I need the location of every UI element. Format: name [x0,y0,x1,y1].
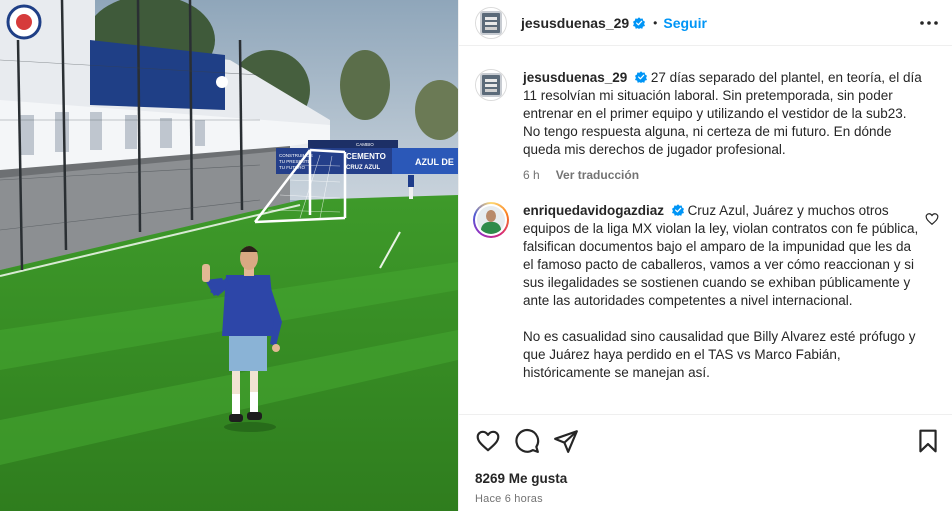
post-photo[interactable]: CONSTRUIMOS TU PRESENTE TU FUTURO CEMENT… [0,0,458,511]
comments-section[interactable]: jesusduenas_29 27 días separado del plan… [459,47,952,415]
caption-avatar[interactable] [475,69,507,101]
caption-body: jesusduenas_29 27 días separado del plan… [523,69,923,159]
post-actions [475,428,941,456]
post-photo-illustration: CONSTRUIMOS TU PRESENTE TU FUTURO CEMENT… [0,0,458,511]
verified-badge-icon [671,204,684,216]
follow-button[interactable]: Seguir [663,15,707,31]
banner-text-top: CAMBIO [356,142,374,147]
more-options-icon[interactable] [919,14,939,32]
author-avatar[interactable] [475,6,507,39]
comment-text-paragraph-1: Cruz Azul, Juárez y muchos otros equipos… [523,203,919,308]
caption-username[interactable]: jesusduenas_29 [523,70,627,85]
see-translation-button[interactable]: Ver traducción [556,168,639,182]
commenter-avatar[interactable] [473,202,509,238]
commenter-avatar-image [477,206,505,234]
heart-icon[interactable] [475,428,501,454]
paper-plane-icon[interactable] [553,428,579,454]
header-separator: • [653,15,658,30]
author-avatar-image [476,7,506,38]
author-username[interactable]: jesusduenas_29 [521,15,629,31]
banner-text-2: TU PRESENTE [279,159,311,164]
comment-body: enriquedavidogazdiaz Cruz Azul, Juárez y… [523,202,923,382]
caption-age[interactable]: 6 h [523,168,540,182]
post-details-panel: jesusduenas_29 • Seguir jesusduenas_29 2… [458,0,952,511]
caption-comment: jesusduenas_29 27 días separado del plan… [475,69,945,182]
likes-count[interactable]: 8269 Me gusta [475,471,567,486]
bookmark-icon[interactable] [915,428,941,454]
commenter-username[interactable]: enriquedavidogazdiaz [523,203,664,218]
caption-meta: 6 h Ver traducción [523,168,945,182]
banner-text-1: CONSTRUIMOS [279,153,313,158]
comment-icon[interactable] [514,428,540,454]
comment-item: enriquedavidogazdiaz Cruz Azul, Juárez y… [473,202,945,382]
banner-text-cruz-azul: CRUZ AZUL [346,165,380,171]
verified-badge-icon [633,16,646,29]
caption-avatar-image [476,70,506,100]
banner-text-azul-de: AZUL DE [415,157,454,167]
post-header: jesusduenas_29 • Seguir [459,0,952,46]
banner-text-3: TU FUTURO [279,165,305,170]
small-heart-icon[interactable] [925,212,939,226]
verified-badge-icon [635,71,648,83]
comment-text-paragraph-2: No es casualidad sino causalidad que Bil… [523,329,916,380]
banner-text-cemento: CEMENTO [346,152,386,161]
instagram-post: CONSTRUIMOS TU PRESENTE TU FUTURO CEMENT… [0,0,952,511]
post-timestamp[interactable]: Hace 6 horas [475,493,543,505]
